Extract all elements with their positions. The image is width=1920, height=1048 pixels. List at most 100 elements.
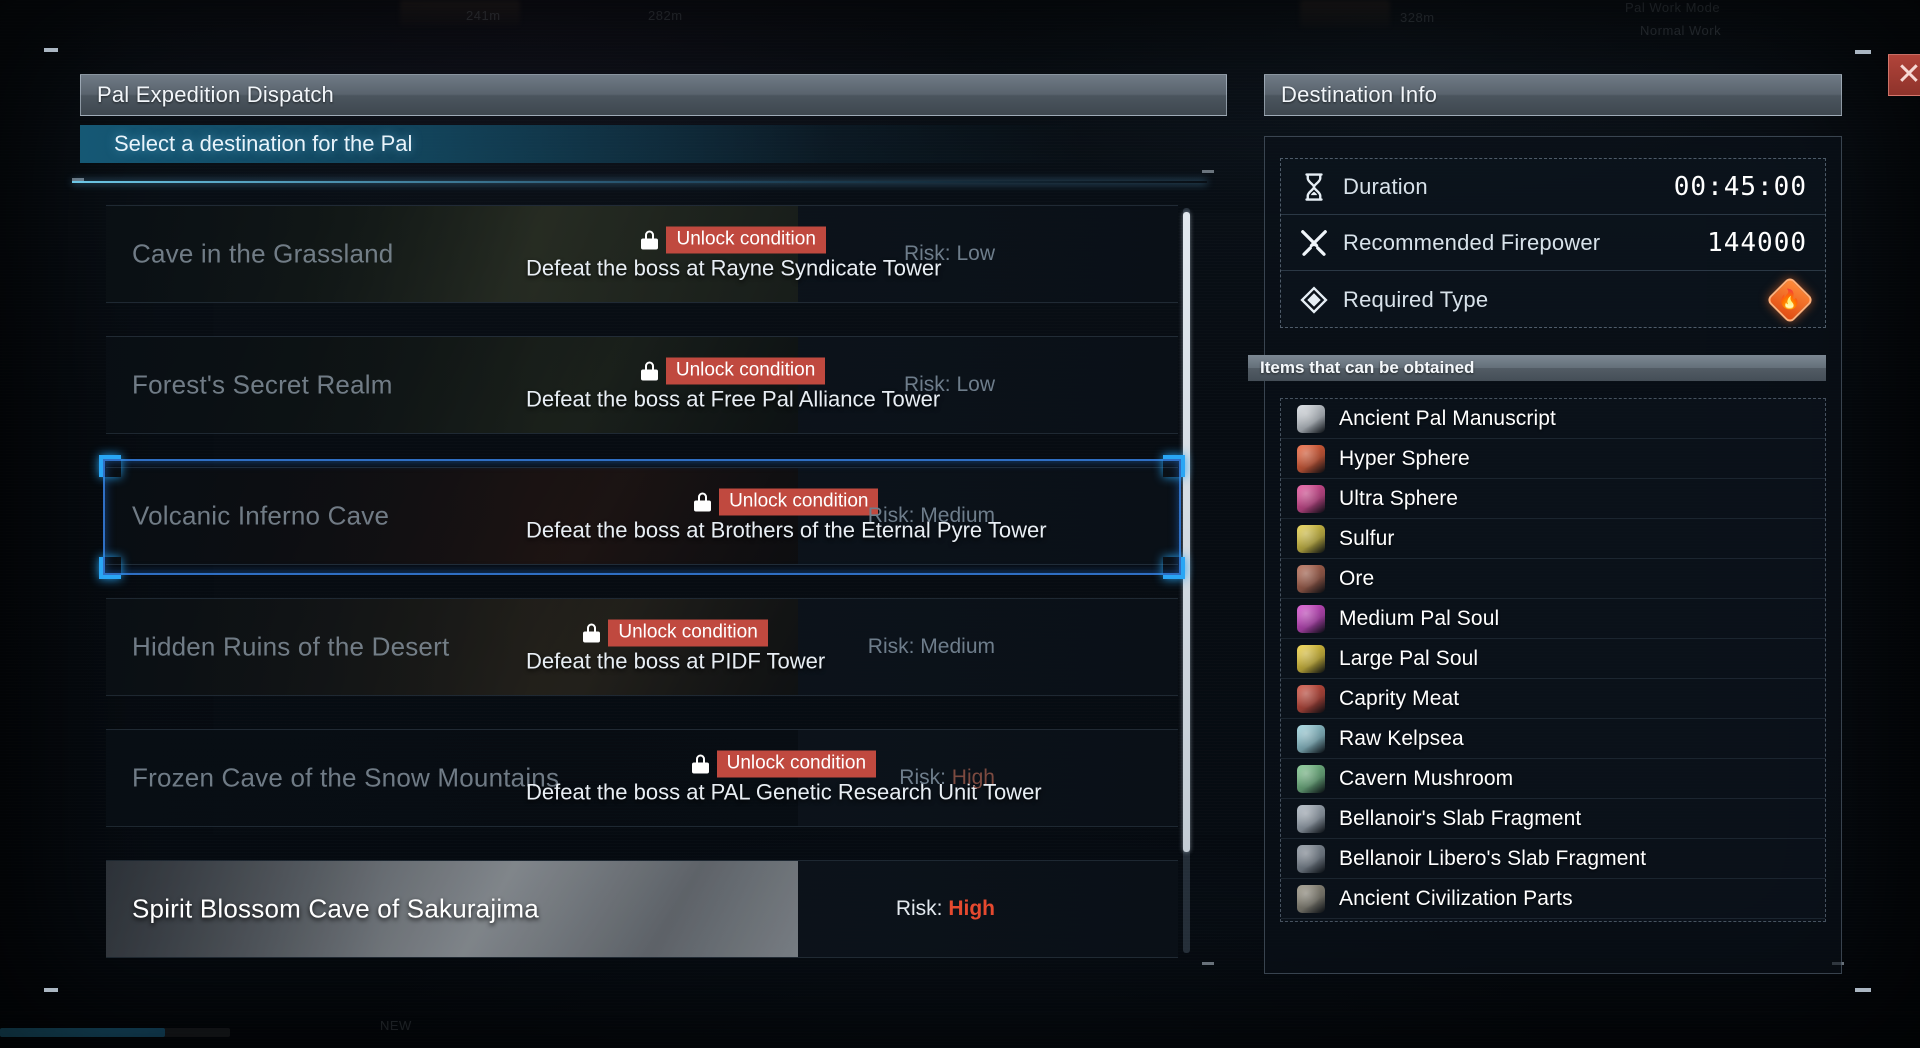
item-row[interactable]: Ancient Civilization Parts	[1281, 879, 1825, 919]
item-row[interactable]: Caprity Meat	[1281, 679, 1825, 719]
unlock-condition-detail: Defeat the boss at Free Pal Alliance Tow…	[526, 386, 941, 412]
item-name: Cavern Mushroom	[1339, 766, 1514, 790]
mushroom-icon	[1297, 764, 1325, 793]
obtainable-items-list[interactable]: Ancient Pal Manuscript Hyper Sphere Ultra …	[1280, 398, 1826, 922]
risk-prefix: Risk:	[903, 373, 957, 396]
risk-prefix: Risk:	[899, 766, 952, 789]
risk-prefix: Risk:	[895, 897, 949, 920]
row-separator	[106, 695, 1178, 696]
destination-risk: Risk: Medium	[868, 635, 995, 659]
list-scrollbar-thumb[interactable]	[1183, 212, 1190, 852]
item-name: Hyper Sphere	[1339, 446, 1470, 470]
unlock-condition-detail: Defeat the boss at Rayne Syndicate Tower	[526, 255, 942, 281]
item-row[interactable]: Medium Pal Soul	[1281, 599, 1825, 639]
unlock-condition: Unlock condition Defeat the boss at Rayne…	[526, 226, 942, 282]
destination-name: Spirit Blossom Cave of Sakurajima	[132, 893, 539, 924]
mineral-icon	[1297, 524, 1325, 553]
frame-tick	[1202, 962, 1214, 965]
risk-value: High	[951, 766, 995, 789]
row-separator	[106, 957, 1178, 958]
stat-label-duration: Duration	[1343, 173, 1428, 199]
row-separator	[106, 860, 1178, 861]
item-row[interactable]: Ore	[1281, 559, 1825, 599]
bg-distance-1: 241m	[466, 8, 501, 23]
sphere-icon	[1297, 444, 1325, 473]
destination-row[interactable]: Cave in the Grassland Unlock condition Def…	[106, 205, 1178, 303]
risk-value: Low	[956, 373, 995, 396]
item-name: Ancient Civilization Parts	[1339, 886, 1573, 910]
risk-value: Medium	[920, 635, 995, 658]
item-name: Ore	[1339, 566, 1375, 590]
lock-icon	[583, 623, 601, 643]
bg-progress-bar	[0, 1028, 165, 1037]
destination-row[interactable]: Hidden Ruins of the Desert Unlock conditi…	[106, 598, 1178, 696]
meat-icon	[1297, 684, 1325, 713]
unlock-condition-label: Unlock condition	[716, 750, 877, 778]
items-section-header: Items that can be obtained	[1248, 355, 1826, 381]
row-separator	[106, 467, 1178, 468]
destination-row[interactable]: Volcanic Inferno Cave Unlock condition Def…	[106, 467, 1178, 565]
soul-icon	[1297, 604, 1325, 633]
unlock-condition: Unlock condition Defeat the boss at Free …	[526, 357, 941, 413]
unlock-condition: Unlock condition Defeat the boss at PIDF …	[526, 619, 826, 675]
unlock-condition-label: Unlock condition	[719, 488, 879, 516]
item-row[interactable]: Hyper Sphere	[1281, 439, 1825, 479]
destination-row[interactable]: Forest's Secret Realm Unlock condition Def…	[106, 336, 1178, 434]
unlock-condition-badge: Unlock condition	[640, 357, 826, 385]
close-icon: ✕	[1896, 58, 1920, 91]
item-name: Medium Pal Soul	[1339, 606, 1500, 630]
scroll-icon	[1297, 404, 1325, 433]
item-name: Sulfur	[1339, 526, 1395, 550]
bg-hud-block	[1300, 0, 1390, 28]
destination-risk: Risk: Medium	[868, 504, 995, 528]
unlock-condition-detail: Defeat the boss at PIDF Tower	[526, 648, 826, 674]
frame-tick	[44, 988, 58, 992]
subtitle-underline	[72, 181, 1207, 183]
item-row[interactable]: Bellanoir Libero's Slab Fragment	[1281, 839, 1825, 879]
items-section-label: Items that can be obtained	[1260, 358, 1475, 377]
item-row[interactable]: Cavern Mushroom	[1281, 759, 1825, 799]
gear-part-icon	[1297, 884, 1325, 913]
row-separator	[106, 564, 1178, 565]
frame-tick	[44, 48, 58, 52]
unlock-condition-badge: Unlock condition	[641, 226, 826, 254]
stat-row-duration: Duration 00:45:00	[1281, 159, 1825, 215]
stat-row-firepower: Recommended Firepower 144000	[1281, 215, 1825, 271]
destination-name: Frozen Cave of the Snow Mountains	[132, 762, 560, 793]
destination-row[interactable]: Spirit Blossom Cave of Sakurajima Risk: H…	[106, 860, 1178, 958]
item-row[interactable]: Raw Kelpsea	[1281, 719, 1825, 759]
lock-icon	[694, 492, 712, 512]
item-row[interactable]: Large Pal Soul	[1281, 639, 1825, 679]
sphere-icon	[1297, 484, 1325, 513]
row-separator	[106, 826, 1178, 827]
destination-name: Volcanic Inferno Cave	[132, 500, 390, 531]
item-name: Large Pal Soul	[1339, 646, 1479, 670]
destination-list[interactable]	[106, 200, 1181, 960]
destination-name: Hidden Ruins of the Desert	[132, 631, 450, 662]
bg-distance-3: 328m	[1400, 10, 1435, 25]
bg-hud-block	[400, 0, 520, 26]
item-name: Bellanoir's Slab Fragment	[1339, 806, 1582, 830]
item-row[interactable]: Ancient Pal Manuscript	[1281, 399, 1825, 439]
row-separator	[106, 729, 1178, 730]
close-button[interactable]: ✕	[1888, 54, 1920, 96]
stat-value-firepower: 144000	[1707, 227, 1807, 258]
risk-prefix: Risk:	[867, 635, 921, 658]
destination-prompt-label: Select a destination for the Pal	[114, 131, 413, 156]
row-separator	[106, 302, 1178, 303]
row-separator	[106, 205, 1178, 206]
bg-distance-2: 282m	[648, 8, 683, 23]
unlock-condition-label: Unlock condition	[608, 619, 768, 647]
item-row[interactable]: Ultra Sphere	[1281, 479, 1825, 519]
destination-row[interactable]: Frozen Cave of the Snow Mountains Unlock …	[106, 729, 1178, 827]
item-row[interactable]: Bellanoir's Slab Fragment	[1281, 799, 1825, 839]
unlock-condition-label: Unlock condition	[666, 226, 826, 254]
bg-new-badge: NEW	[380, 1018, 412, 1033]
item-row[interactable]: Sulfur	[1281, 519, 1825, 559]
hourglass-icon	[1305, 172, 1323, 201]
stat-label-required-type: Required Type	[1343, 287, 1489, 312]
destination-name: Cave in the Grassland	[132, 238, 394, 269]
right-panel-title-label: Destination Info	[1281, 82, 1438, 107]
row-separator	[106, 433, 1178, 434]
lock-icon	[640, 361, 658, 381]
